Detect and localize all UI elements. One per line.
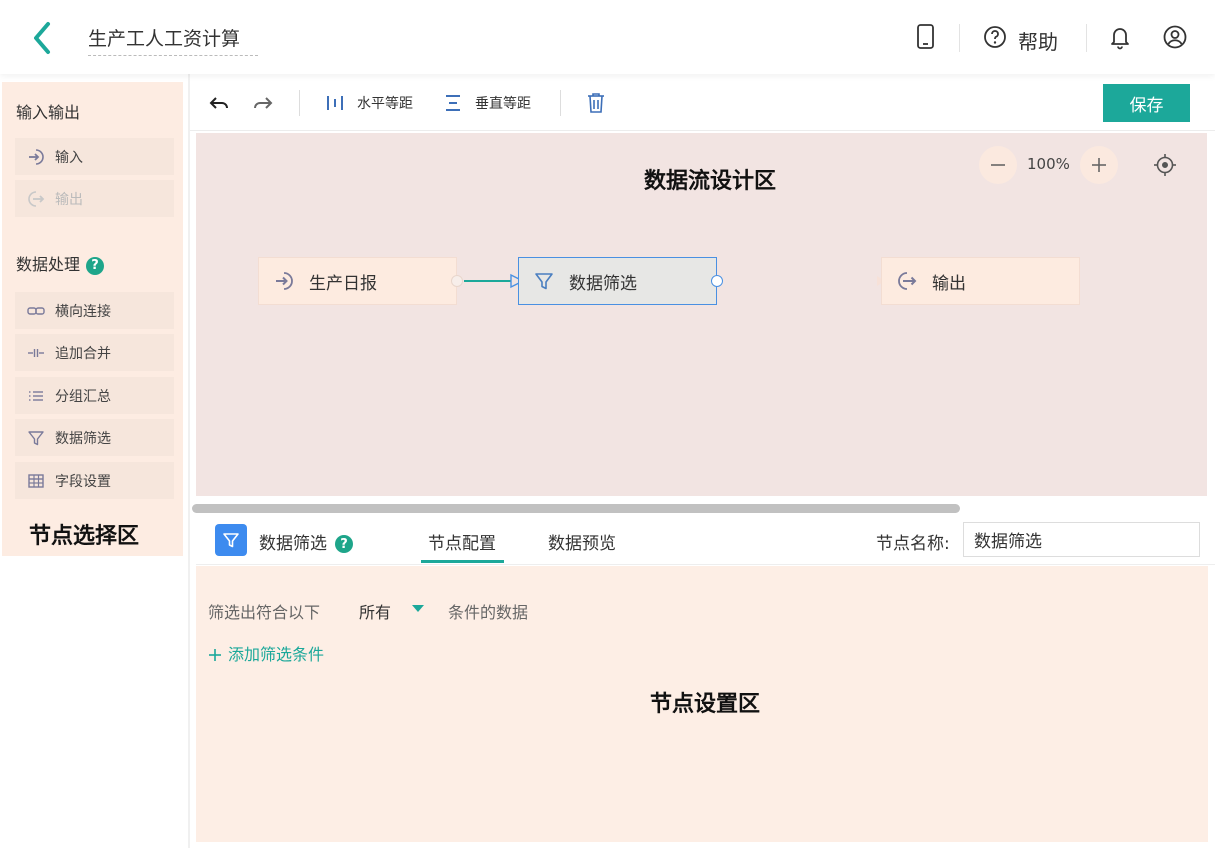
filter-mode-select[interactable]: 所有 — [359, 599, 391, 623]
input-icon — [27, 148, 45, 166]
active-tab-indicator — [421, 560, 504, 563]
flow-node-data-filter[interactable]: 数据筛选 — [518, 257, 717, 305]
tab-node-config[interactable]: 节点配置 — [428, 529, 496, 554]
palette-item-group-summary[interactable]: 分组汇总 — [15, 377, 174, 414]
back-arrow-icon[interactable] — [28, 20, 60, 56]
horizontal-distribute-label: 水平等距 — [357, 96, 413, 112]
palette-item-label: 输出 — [55, 191, 83, 208]
help-badge-icon[interactable]: ? — [335, 535, 353, 553]
flow-canvas[interactable]: 数据流设计区 100% 生产日报 数据筛选 输出 — [196, 133, 1207, 496]
palette-item-label: 输入 — [55, 149, 83, 166]
filter-icon — [533, 270, 555, 292]
palette-item-field-settings[interactable]: 字段设置 — [15, 462, 174, 499]
palette-item-horizontal-join[interactable]: 横向连接 — [15, 292, 174, 329]
filter-icon — [215, 524, 247, 556]
add-condition-button[interactable]: 添加筛选条件 — [208, 641, 324, 666]
output-icon — [896, 270, 918, 292]
redo-icon[interactable] — [252, 92, 274, 114]
palette-item-label: 横向连接 — [55, 303, 111, 320]
input-icon — [273, 270, 295, 292]
bell-icon[interactable] — [1108, 24, 1132, 50]
panel-divider — [188, 74, 190, 848]
node-name-label: 节点名称: — [876, 534, 950, 554]
table-icon — [27, 472, 45, 490]
plus-icon — [208, 647, 222, 666]
toolbar-divider — [560, 90, 561, 116]
palette-item-label: 分组汇总 — [55, 388, 111, 405]
flow-node-label: 生产日报 — [309, 273, 377, 294]
save-button[interactable]: 保存 — [1103, 84, 1190, 122]
top-header: 生产工人工资计算 帮助 — [0, 0, 1215, 74]
header-divider — [959, 24, 960, 52]
document-title[interactable]: 生产工人工资计算 — [88, 24, 258, 56]
vertical-distribute-icon — [443, 93, 463, 113]
node-settings-header: 数据筛选? 节点配置 数据预览 节点名称: — [196, 514, 1215, 565]
caret-down-icon[interactable] — [412, 605, 424, 612]
node-select-zone-label: 节点选择区 — [29, 524, 140, 549]
palette-item-label: 字段设置 — [55, 473, 111, 490]
flow-node-label: 输出 — [932, 273, 966, 294]
palette-item-append-merge[interactable]: 追加合并 — [15, 334, 174, 371]
vertical-distribute-button[interactable]: 垂直等距 — [443, 92, 531, 114]
header-divider — [1086, 24, 1087, 52]
user-icon[interactable] — [1163, 24, 1187, 50]
flow-connector — [464, 273, 885, 289]
help-badge-icon[interactable]: ? — [86, 256, 105, 275]
node-palette: 输入输出 输入 输出 数据处理? 横向连接 追加合并 分组汇总 数据筛选 字段设… — [2, 82, 183, 556]
tab-data-preview[interactable]: 数据预览 — [548, 529, 616, 554]
node-settings-title: 数据筛选? — [259, 529, 353, 554]
palette-item-label: 数据筛选 — [55, 430, 111, 447]
link-icon — [27, 302, 45, 320]
node-settings-zone-label: 节点设置区 — [650, 692, 761, 717]
palette-item-output: 输出 — [15, 180, 174, 217]
flow-node-output[interactable]: 输出 — [881, 257, 1080, 305]
add-condition-label: 添加筛选条件 — [228, 645, 325, 664]
mobile-icon[interactable] — [914, 24, 938, 50]
undo-icon[interactable] — [208, 92, 230, 114]
flow-node-label: 数据筛选 — [569, 273, 637, 294]
help-link[interactable]: 帮助 — [1018, 26, 1058, 55]
vertical-distribute-label: 垂直等距 — [475, 96, 531, 112]
palette-item-label: 追加合并 — [55, 345, 111, 362]
output-port[interactable] — [451, 275, 463, 287]
merge-icon — [27, 344, 45, 362]
output-icon — [27, 190, 45, 208]
section-title-processing: 数据处理? — [16, 251, 105, 275]
help-circle-icon[interactable] — [983, 24, 1007, 50]
node-settings-title-text: 数据筛选 — [259, 534, 327, 554]
trash-icon[interactable] — [586, 92, 606, 114]
node-settings-body: 筛选出符合以下 所有 条件的数据 添加筛选条件 节点设置区 — [196, 566, 1208, 842]
palette-item-data-filter[interactable]: 数据筛选 — [15, 419, 174, 456]
node-name-input[interactable] — [963, 522, 1200, 557]
section-title-text: 数据处理 — [16, 255, 81, 274]
list-icon — [27, 387, 45, 405]
section-title-io: 输入输出 — [16, 103, 81, 122]
palette-item-input[interactable]: 输入 — [15, 138, 174, 175]
designer-toolbar: 水平等距 垂直等距 保存 — [190, 74, 1215, 131]
output-port[interactable] — [711, 275, 723, 287]
flow-node-production-report[interactable]: 生产日报 — [258, 257, 457, 305]
horizontal-distribute-icon — [325, 93, 345, 113]
filter-suffix-text: 条件的数据 — [448, 603, 529, 622]
filter-prefix-text: 筛选出符合以下 — [208, 603, 321, 622]
filter-icon — [27, 429, 45, 447]
canvas-scrollbar-thumb[interactable] — [192, 504, 960, 513]
toolbar-divider — [299, 90, 300, 116]
horizontal-distribute-button[interactable]: 水平等距 — [325, 92, 413, 114]
